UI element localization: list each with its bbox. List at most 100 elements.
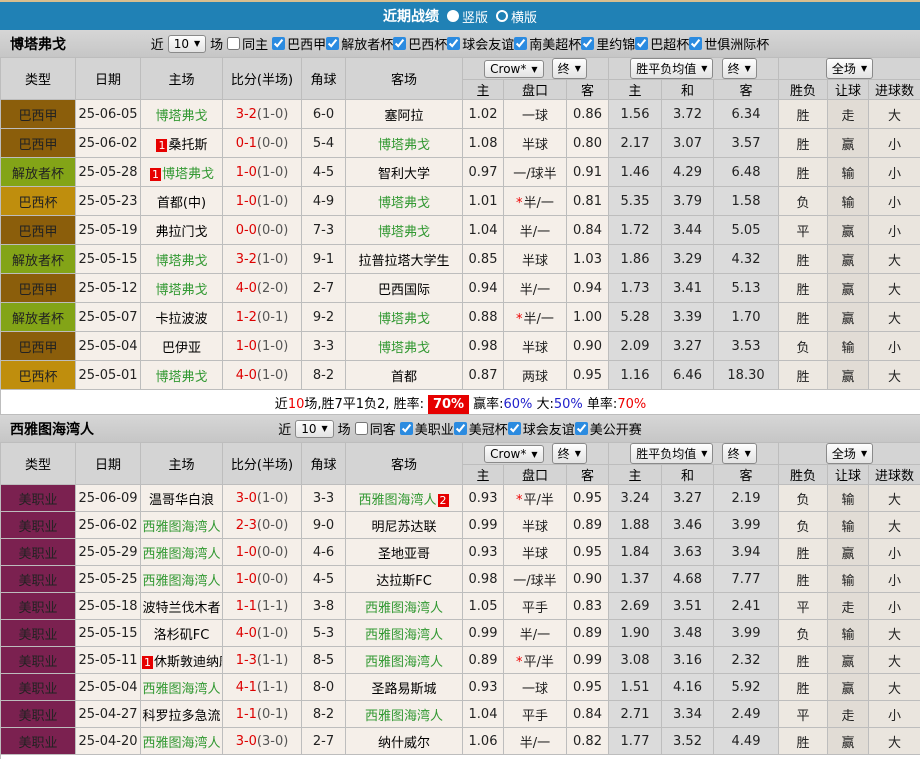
mean-select[interactable]: 胜平负均值 ▼ — [630, 443, 714, 464]
home-team[interactable]: 科罗拉多急流 — [142, 709, 220, 724]
home-team[interactable]: 巴伊亚 — [162, 341, 201, 356]
home-team-cell: 温哥华白浪 — [140, 484, 223, 512]
league-checkbox[interactable] — [453, 421, 467, 435]
league-filter[interactable]: 美公开赛 — [574, 419, 642, 438]
league-filter[interactable]: 南美超杯 — [514, 34, 581, 53]
match-row: 解放者杯 25-05-28 1 博塔弗戈 1-0(1-0) 4-5 智利大学 0.97 一/球半… — [0, 157, 920, 187]
layout-vertical-radio[interactable]: 竖版 — [446, 7, 488, 26]
home-team[interactable]: 首都(中) — [157, 196, 206, 211]
odds-away: 0.95 — [565, 484, 610, 512]
scope-select[interactable]: 全场 ▼ — [825, 58, 874, 79]
league-checkbox[interactable] — [399, 421, 413, 435]
home-team[interactable]: 博塔弗戈 — [155, 370, 207, 385]
scope-select[interactable]: 全场 ▼ — [825, 443, 874, 464]
match-score: 3-0(1-0) — [222, 484, 302, 512]
away-team[interactable]: 巴西国际 — [378, 283, 430, 298]
away-team[interactable]: 明尼苏达联 — [371, 520, 436, 535]
layout-horizontal-radio[interactable]: 横版 — [496, 7, 537, 26]
away-team[interactable]: 智利大学 — [378, 167, 430, 182]
league-filter[interactable]: 巴西杯 — [393, 34, 447, 53]
league-checkbox[interactable] — [272, 36, 286, 50]
away-team[interactable]: 首都 — [391, 370, 417, 385]
match-count-select[interactable]: 10 ▼ — [295, 419, 334, 438]
away-team[interactable]: 博塔弗戈 — [378, 341, 430, 356]
same-venue-filter[interactable]: 同主 — [227, 34, 268, 53]
league-filter[interactable]: 美冠杯 — [453, 419, 508, 438]
odds-home: 0.93 — [462, 538, 504, 566]
odds-home: 0.93 — [462, 484, 504, 512]
league-checkbox[interactable] — [689, 36, 703, 50]
handicap-line: 平手 — [503, 592, 567, 620]
league-filter[interactable]: 巴超杯 — [635, 34, 689, 53]
chevron-down-icon: ▼ — [574, 64, 581, 73]
league-filter[interactable]: 美职业 — [399, 419, 454, 438]
match-score: 1-0(0-0) — [222, 565, 302, 593]
away-team[interactable]: 博塔弗戈 — [378, 225, 430, 240]
league-checkbox[interactable] — [393, 36, 407, 50]
away-team[interactable]: 博塔弗戈 — [378, 196, 430, 211]
home-team[interactable]: 西雅图海湾人 — [142, 682, 220, 697]
mean-final-select[interactable]: 终 ▼ — [721, 58, 757, 79]
same-venue-filter[interactable]: 同客 — [354, 419, 396, 438]
home-team[interactable]: 博塔弗戈 — [155, 109, 207, 124]
col-mean-away: 客 — [713, 464, 780, 485]
away-team[interactable]: 博塔弗戈 — [378, 138, 430, 153]
same-venue-checkbox[interactable] — [227, 37, 241, 50]
home-team[interactable]: 弗拉门戈 — [155, 225, 207, 240]
home-team[interactable]: 博塔弗戈 — [155, 283, 207, 298]
league-checkbox[interactable] — [514, 36, 528, 50]
mean-final-select[interactable]: 终 ▼ — [721, 443, 757, 464]
away-team[interactable]: 西雅图海湾人 — [365, 709, 443, 724]
league-checkbox[interactable] — [326, 36, 340, 50]
fulltime-score: 4-0 — [235, 367, 257, 383]
league-filter[interactable]: 解放者杯 — [326, 34, 393, 53]
away-team[interactable]: 圣地亚哥 — [378, 547, 430, 562]
home-team[interactable]: 洛杉矶FC — [154, 628, 210, 643]
league-badge: 巴西甲 — [0, 215, 76, 245]
league-checkbox[interactable] — [507, 421, 521, 435]
away-team[interactable]: 西雅图海湾人 — [358, 493, 436, 508]
league-checkbox[interactable] — [447, 36, 461, 50]
league-checkbox[interactable] — [635, 36, 649, 50]
company-select[interactable]: Crow* ▼ — [484, 60, 544, 78]
away-team[interactable]: 圣路易斯城 — [371, 682, 436, 697]
same-venue-checkbox[interactable] — [354, 422, 368, 435]
mean-away: 2.19 — [713, 484, 780, 512]
home-team[interactable]: 博塔弗戈 — [162, 167, 214, 182]
home-team[interactable]: 西雅图海湾人 — [142, 574, 220, 589]
away-team[interactable]: 塞阿拉 — [384, 109, 423, 124]
home-team[interactable]: 西雅图海湾人 — [142, 547, 220, 562]
rank-badge: 1 — [149, 167, 161, 181]
company-select[interactable]: Crow* ▼ — [484, 445, 544, 463]
halftime-score: (1-0) — [256, 625, 289, 641]
company-final-select[interactable]: 终 ▼ — [551, 443, 587, 464]
home-team[interactable]: 桑托斯 — [168, 138, 207, 153]
away-team[interactable]: 达拉斯FC — [376, 574, 432, 589]
league-filter[interactable]: 巴西甲 — [272, 34, 326, 53]
away-team[interactable]: 博塔弗戈 — [378, 312, 430, 327]
league-checkbox[interactable] — [581, 36, 595, 50]
away-team[interactable]: 西雅图海湾人 — [365, 601, 443, 616]
company-final-select[interactable]: 终 ▼ — [551, 58, 587, 79]
home-team[interactable]: 温哥华白浪 — [149, 493, 214, 508]
league-checkbox[interactable] — [574, 421, 588, 435]
league-filter[interactable]: 球会友谊 — [507, 419, 575, 438]
away-team[interactable]: 西雅图海湾人 — [365, 655, 443, 670]
home-team[interactable]: 波特兰伐木者 — [142, 601, 220, 616]
home-team[interactable]: 西雅图海湾人 — [142, 736, 220, 751]
league-filter[interactable]: 世俱洲际杯 — [689, 34, 769, 53]
home-team[interactable]: 西雅图海湾人 — [142, 520, 220, 535]
away-team[interactable]: 西雅图海湾人 — [365, 628, 443, 643]
match-count-select[interactable]: 10 ▼ — [167, 34, 207, 53]
away-team[interactable]: 纳什威尔 — [378, 736, 430, 751]
near-label: 近 — [278, 423, 292, 438]
home-team[interactable]: 卡拉波波 — [155, 312, 207, 327]
league-filter[interactable]: 球会友谊 — [447, 34, 514, 53]
league-filter[interactable]: 里约锦 — [581, 34, 635, 53]
mean-select[interactable]: 胜平负均值 ▼ — [630, 58, 714, 79]
away-team[interactable]: 拉普拉塔大学生 — [358, 254, 449, 269]
league-badge: 巴西甲 — [0, 331, 76, 361]
panel-title-bar: 近期战绩 竖版 横版 — [0, 2, 920, 30]
home-team[interactable]: 博塔弗戈 — [155, 254, 207, 269]
home-team[interactable]: 休斯敦迪纳摩 — [154, 655, 222, 670]
